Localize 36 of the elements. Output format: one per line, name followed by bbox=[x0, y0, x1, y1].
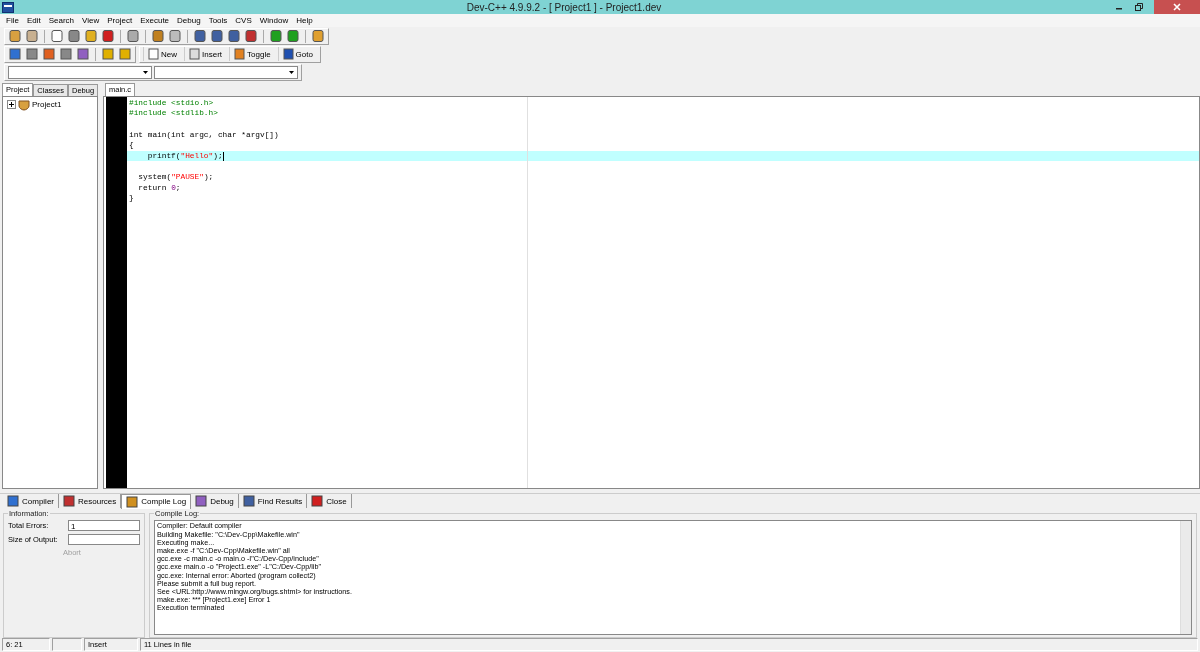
dropdown-arrow-icon bbox=[288, 68, 295, 76]
menu-item[interactable]: Project bbox=[103, 15, 137, 25]
panel-tab[interactable]: Resources bbox=[59, 494, 122, 509]
menu-item[interactable]: CVS bbox=[231, 15, 256, 25]
dropdown-arrow-icon bbox=[142, 68, 149, 76]
menu-item[interactable]: Tools bbox=[204, 15, 232, 25]
panel-tab[interactable]: Find Results bbox=[238, 494, 308, 509]
text-cursor bbox=[222, 151, 224, 161]
member-dropdown[interactable] bbox=[154, 65, 298, 79]
close-button[interactable] bbox=[1154, 0, 1200, 14]
menu-item[interactable]: Help bbox=[292, 15, 317, 25]
project-icon bbox=[18, 98, 30, 111]
panel-tab[interactable]: Compile Log bbox=[121, 493, 192, 509]
toolbar-button[interactable]: Goto bbox=[277, 47, 317, 62]
class-dropdown[interactable] bbox=[8, 65, 152, 79]
panel-tab[interactable]: Close bbox=[307, 494, 352, 509]
panel-tab[interactable]: Debug bbox=[191, 494, 239, 509]
tree-item[interactable]: Project1 bbox=[32, 100, 62, 110]
scrollbar[interactable] bbox=[1180, 521, 1191, 634]
menu-item[interactable]: View bbox=[78, 15, 104, 25]
panel-tab[interactable]: Compiler bbox=[3, 494, 59, 509]
status-panel bbox=[52, 638, 82, 651]
input-field[interactable]: 1 bbox=[68, 520, 140, 532]
menu-item[interactable]: File bbox=[2, 15, 23, 25]
input-field[interactable] bbox=[68, 534, 140, 546]
menu-item[interactable]: Edit bbox=[22, 15, 45, 25]
menu-item[interactable]: Search bbox=[44, 15, 79, 25]
menu-item[interactable]: Execute bbox=[136, 15, 174, 25]
window-title: Dev-C++ 4.9.9.2 - [ Project1 ] - Project1.dev bbox=[465, 1, 663, 13]
expand-icon[interactable] bbox=[7, 100, 16, 110]
menu-item[interactable]: Window bbox=[255, 15, 293, 25]
restore-icon[interactable] bbox=[1134, 2, 1144, 12]
toolbar-button[interactable]: Insert bbox=[184, 47, 227, 62]
toolbar-button[interactable]: Toggle bbox=[229, 47, 275, 62]
menu-item[interactable]: Debug bbox=[173, 15, 205, 25]
toolbar-button[interactable]: New bbox=[143, 47, 181, 62]
